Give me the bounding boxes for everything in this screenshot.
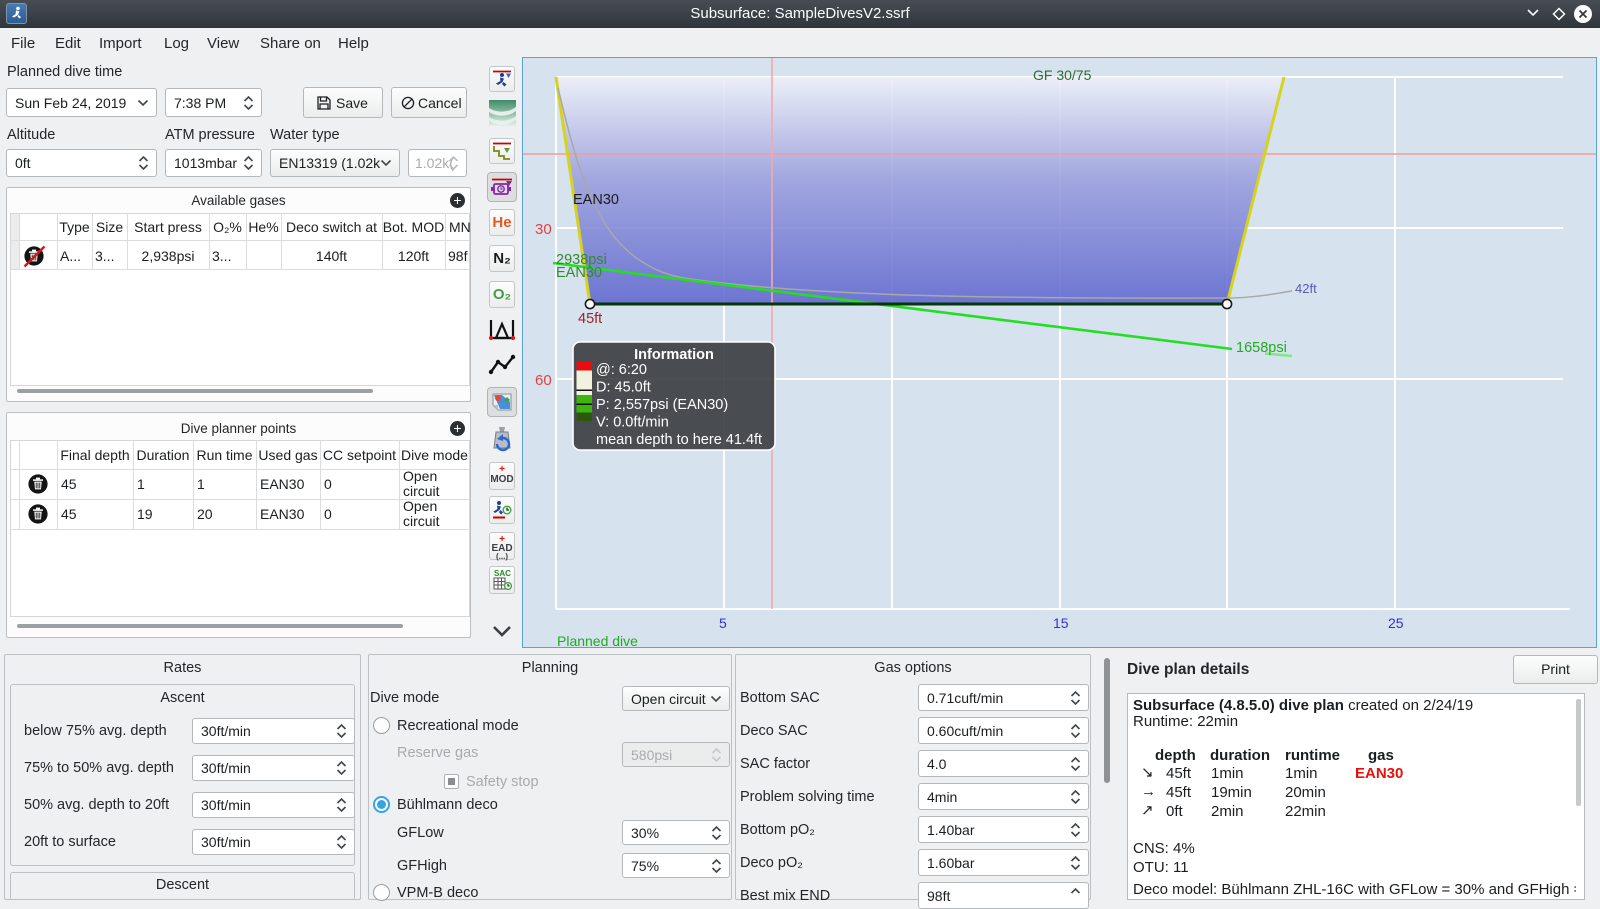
svg-text:GF 30/75: GF 30/75: [1033, 67, 1092, 83]
svg-text:25: 25: [1388, 615, 1404, 631]
svg-text:45ft: 45ft: [578, 311, 602, 327]
svg-text:EAN30: EAN30: [556, 265, 602, 281]
svg-text:30: 30: [535, 221, 552, 238]
svg-text:Planned dive: Planned dive: [557, 633, 638, 647]
svg-text:P: 2,557psi (EAN30): P: 2,557psi (EAN30): [596, 397, 728, 413]
svg-text:SAC: SAC: [494, 569, 511, 578]
svg-text:V: 0.0ft/min: V: 0.0ft/min: [596, 415, 669, 431]
svg-text:15: 15: [1053, 615, 1069, 631]
svg-text:60: 60: [535, 372, 552, 389]
svg-text:Information: Information: [634, 347, 714, 363]
svg-text:D: 45.0ft: D: 45.0ft: [596, 380, 651, 396]
svg-text:mean depth to here 41.4ft: mean depth to here 41.4ft: [596, 432, 762, 448]
svg-text:1658psi: 1658psi: [1236, 340, 1287, 356]
svg-text:EAN30: EAN30: [573, 192, 619, 208]
svg-text:@: 6:20: @: 6:20: [596, 362, 647, 378]
svg-text:42ft: 42ft: [1295, 281, 1317, 296]
svg-text:5: 5: [719, 615, 727, 631]
